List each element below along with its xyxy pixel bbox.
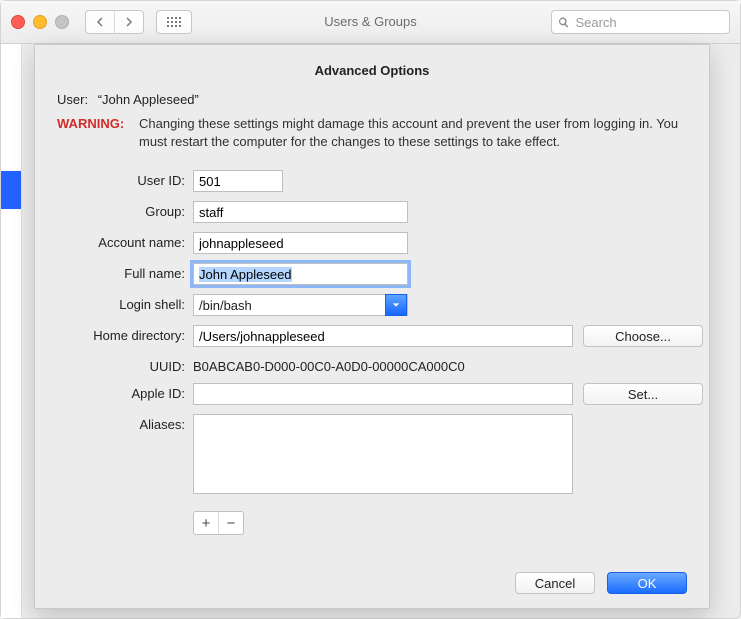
minimize-window-button[interactable] <box>33 15 47 29</box>
chevron-down-icon <box>385 294 407 316</box>
search-field-container[interactable] <box>551 10 730 34</box>
close-window-button[interactable] <box>11 15 25 29</box>
apple-id-label: Apple ID: <box>57 383 193 401</box>
sheet-footer: Cancel OK <box>515 572 687 594</box>
search-icon <box>558 16 569 29</box>
user-id-label: User ID: <box>57 170 193 188</box>
login-shell-combo[interactable]: /bin/bash <box>193 294 408 316</box>
forward-button[interactable] <box>114 11 143 33</box>
advanced-options-sheet: Advanced Options User: “John Appleseed” … <box>34 44 710 609</box>
apple-id-field[interactable] <box>193 383 573 405</box>
aliases-plusminus: + − <box>193 511 244 535</box>
account-name-field[interactable] <box>193 232 408 254</box>
login-shell-value: /bin/bash <box>199 298 252 313</box>
search-input[interactable] <box>573 14 723 31</box>
nav-back-forward <box>85 10 144 34</box>
preferences-window: Users & Groups Advanced Options User: “J… <box>0 0 741 619</box>
choose-button[interactable]: Choose... <box>583 325 703 347</box>
background-sidebar <box>1 44 22 618</box>
user-line: User: “John Appleseed” <box>57 92 687 107</box>
sheet-title: Advanced Options <box>57 63 687 78</box>
background-sidebar-selection <box>1 171 21 209</box>
aliases-list[interactable] <box>193 414 573 494</box>
cancel-button[interactable]: Cancel <box>515 572 595 594</box>
full-name-label: Full name: <box>57 263 193 281</box>
grid-icon <box>167 17 181 27</box>
uuid-label: UUID: <box>57 356 193 374</box>
show-all-button[interactable] <box>156 10 192 34</box>
user-label: User: <box>57 92 88 107</box>
group-label: Group: <box>57 201 193 219</box>
user-id-field[interactable] <box>193 170 283 192</box>
account-name-label: Account name: <box>57 232 193 250</box>
ok-button[interactable]: OK <box>607 572 687 594</box>
group-field[interactable] <box>193 201 408 223</box>
back-button[interactable] <box>86 11 114 33</box>
home-directory-label: Home directory: <box>57 325 193 343</box>
warning-block: WARNING: Changing these settings might d… <box>57 115 687 150</box>
add-alias-button[interactable]: + <box>194 512 218 534</box>
zoom-window-button <box>55 15 69 29</box>
uuid-value: B0ABCAB0-D000-00C0-A0D0-00000CA000C0 <box>193 356 465 374</box>
user-value: “John Appleseed” <box>92 92 199 107</box>
full-name-field[interactable] <box>193 263 408 285</box>
remove-alias-button[interactable]: − <box>218 512 243 534</box>
set-button[interactable]: Set... <box>583 383 703 405</box>
warning-label: WARNING: <box>57 115 139 150</box>
aliases-label: Aliases: <box>57 414 193 432</box>
window-controls <box>11 15 69 29</box>
home-directory-field[interactable] <box>193 325 573 347</box>
toolbar: Users & Groups <box>1 1 740 44</box>
warning-text: Changing these settings might damage thi… <box>139 115 687 150</box>
login-shell-label: Login shell: <box>57 294 193 312</box>
